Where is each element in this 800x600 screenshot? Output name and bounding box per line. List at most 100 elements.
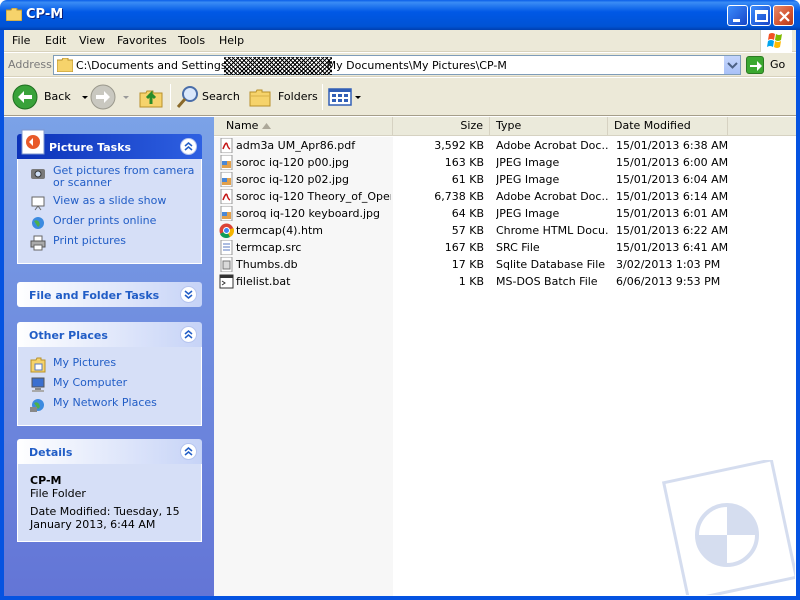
file-type: JPEG Image [496,207,560,220]
expand-button[interactable] [180,286,197,303]
address-dropdown-button[interactable] [723,56,740,74]
task-slide-show[interactable]: View as a slide show [18,195,201,215]
file-row[interactable]: filelist.bat 1 KB MS-DOS Batch File 6/06… [214,273,796,290]
jpeg-file-icon [220,206,233,221]
folders-icon [249,89,271,107]
menu-file[interactable]: File [12,34,30,47]
menu-tools[interactable]: Tools [178,34,205,47]
picture-tasks-header[interactable]: Picture Tasks [17,129,202,159]
file-row[interactable]: soroq iq-120 keyboard.jpg 64 KB JPEG Ima… [214,205,796,222]
maximize-button[interactable] [750,5,771,26]
file-row[interactable]: termcap.src 167 KB SRC File 15/01/2013 6… [214,239,796,256]
toolbar: Back Search Folders [4,78,796,116]
file-row[interactable]: termcap(4).htm 57 KB Chrome HTML Docu...… [214,222,796,239]
camera-icon [31,169,45,179]
column-header-name[interactable]: Name [214,117,393,135]
jpeg-file-icon [220,172,233,187]
address-label: Address [8,58,52,71]
column-header-modified[interactable]: Date Modified [608,117,728,135]
menu-favorites[interactable]: Favorites [117,34,167,47]
file-row[interactable]: adm3a UM_Apr86.pdf 3,592 KB Adobe Acroba… [214,137,796,154]
collapse-button[interactable] [180,138,197,155]
views-button[interactable] [328,82,362,112]
my-pictures-watermark-icon [661,460,795,595]
maximize-icon [755,10,768,22]
file-size: 61 KB [451,173,484,186]
dropdown-arrow-icon [355,96,361,99]
my-pictures-icon [30,357,46,373]
file-folder-tasks-header[interactable]: File and Folder Tasks [17,282,202,307]
file-type: Chrome HTML Docu... [496,224,608,237]
file-modified: 15/01/2013 6:41 AM [616,241,729,254]
forward-button[interactable] [90,82,130,112]
file-type: Sqlite Database File [496,258,606,271]
file-modified: 3/02/2013 1:03 PM [616,258,721,271]
file-row[interactable]: soroc iq-120 p00.jpg 163 KB JPEG Image 1… [214,154,796,171]
minimize-button[interactable] [727,5,748,26]
file-size: 17 KB [451,258,484,271]
column-header-type[interactable]: Type [490,117,608,135]
address-path: C:\Documents and Settings My Documents\My… [76,57,507,75]
file-size: 163 KB [444,156,484,169]
search-button[interactable]: Search [176,82,242,112]
details-title: Details [29,446,73,459]
file-row[interactable]: soroc iq-120 p02.jpg 61 KB JPEG Image 15… [214,171,796,188]
menu-edit[interactable]: Edit [45,34,66,47]
place-my-pictures[interactable]: My Pictures [18,357,201,377]
file-row[interactable]: soroc iq-120 Theory_of_Oper... 6,738 KB … [214,188,796,205]
file-name: termcap.src [236,241,302,254]
file-modified: 15/01/2013 6:00 AM [616,156,729,169]
go-button[interactable]: Go [746,55,792,75]
place-my-pictures-label: My Pictures [53,356,117,369]
other-places-header[interactable]: Other Places [17,322,202,347]
back-arrow-icon [12,84,38,110]
file-type: Adobe Acrobat Doc... [496,190,608,203]
place-my-network-label: My Network Places [53,396,157,409]
menu-view[interactable]: View [79,34,105,47]
task-get-pictures[interactable]: Get pictures from camera or scanner [18,165,201,195]
details-panel: Details CP-M File Folder Date Modified: … [17,439,202,542]
details-header[interactable]: Details [17,439,202,464]
minimize-icon [733,19,740,22]
window-title: CP-M [26,7,64,22]
views-icon [328,88,352,106]
folder-icon [57,58,73,72]
collapse-button[interactable] [180,326,197,343]
toolbar-separator [322,84,323,110]
place-my-computer[interactable]: My Computer [18,377,201,397]
up-folder-icon [139,90,163,108]
column-header-size[interactable]: Size [393,117,490,135]
close-button[interactable] [773,5,794,26]
dropdown-arrow-icon [82,96,88,99]
address-input[interactable]: C:\Documents and Settings My Documents\My… [53,55,741,75]
menu-help[interactable]: Help [219,34,244,47]
file-type: JPEG Image [496,173,560,186]
other-places-panel: Other Places My Pictures My Computer My … [17,322,202,426]
dropdown-arrow-icon [123,96,129,99]
file-modified: 15/01/2013 6:38 AM [616,139,729,152]
folders-button[interactable]: Folders [248,82,318,112]
file-name: soroq iq-120 keyboard.jpg [236,207,380,220]
title-bar[interactable]: CP-M [0,0,800,30]
file-type: MS-DOS Batch File [496,275,598,288]
file-folder-tasks-panel: File and Folder Tasks [17,282,202,307]
chevron-up-icon [184,330,193,339]
chevron-down-icon [184,290,193,299]
file-folder-tasks-title: File and Folder Tasks [29,289,160,302]
file-name: soroc iq-120 Theory_of_Oper... [236,190,391,203]
slideshow-icon [31,196,45,211]
go-arrow-icon [746,56,764,74]
windows-logo [760,30,792,52]
collapse-button[interactable] [180,443,197,460]
chrome-icon [219,223,234,238]
task-order-prints[interactable]: Order prints online [18,215,201,235]
picture-tasks-title: Picture Tasks [49,141,132,154]
picture-tasks-icon [21,129,45,155]
file-row[interactable]: Thumbs.db 17 KB Sqlite Database File 3/0… [214,256,796,273]
task-print-pictures[interactable]: Print pictures [18,235,201,255]
file-size: 57 KB [451,224,484,237]
folders-label: Folders [278,90,318,103]
up-folder-button[interactable] [138,82,166,112]
place-my-network[interactable]: My Network Places [18,397,201,417]
back-button[interactable]: Back [10,82,88,112]
